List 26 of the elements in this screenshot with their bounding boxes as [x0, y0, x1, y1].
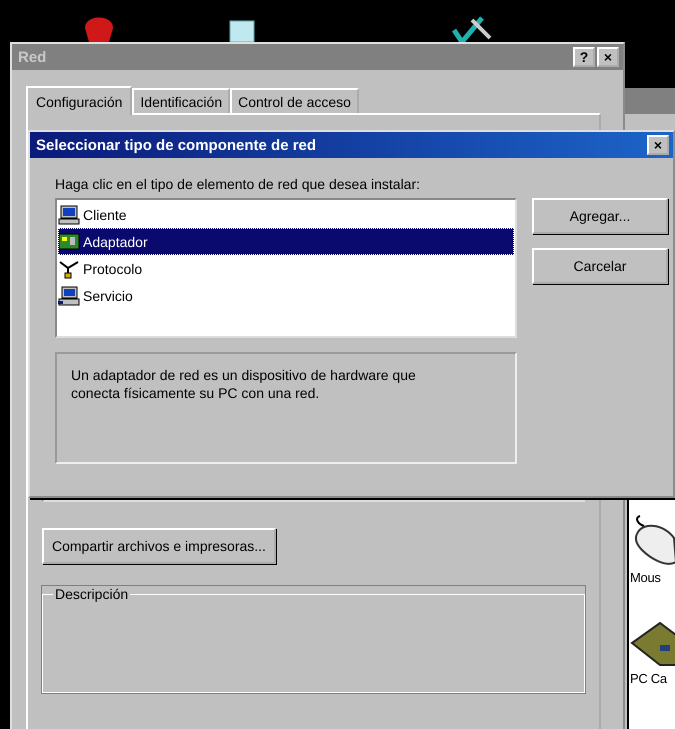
window-title: Red: [18, 48, 46, 66]
shortcut-icon[interactable]: [452, 16, 492, 42]
computer-icon: [58, 204, 80, 224]
network-card-icon: [58, 232, 80, 252]
tab[interactable]: Configuración: [26, 86, 132, 115]
close-button[interactable]: ×: [647, 135, 669, 155]
group-label: Descripción: [54, 586, 130, 602]
dialog-button[interactable]: Carcelar: [532, 248, 668, 284]
icon-label[interactable]: Mous: [630, 570, 675, 585]
tab[interactable]: Identificación: [132, 88, 230, 113]
share-button[interactable]: Compartir archivos e impresoras...: [42, 528, 276, 564]
computer-icon: [58, 286, 80, 306]
list-item[interactable]: Adaptador: [58, 228, 514, 255]
dialog-button[interactable]: Agregar...: [532, 198, 668, 234]
tab[interactable]: Control de acceso: [230, 88, 359, 113]
close-button[interactable]: ×: [597, 47, 619, 67]
icon-label[interactable]: PC Ca: [630, 671, 675, 686]
cable-icon: [58, 258, 80, 278]
list-item[interactable]: Protocolo: [58, 255, 514, 282]
instruction-text: Haga clic en el tipo de elemento de red que desea instalar:: [55, 176, 422, 192]
inactive-title-bar: [625, 88, 675, 114]
description-text: Un adaptador de red es un dispositivo de hardware que conecta físicamente su PC con una red.: [55, 352, 517, 464]
list-item[interactable]: Cliente: [58, 201, 514, 228]
help-button[interactable]: ?: [573, 47, 595, 67]
dialog-title: Seleccionar tipo de componente de red: [36, 136, 316, 154]
list-item[interactable]: Servicio: [58, 282, 514, 309]
